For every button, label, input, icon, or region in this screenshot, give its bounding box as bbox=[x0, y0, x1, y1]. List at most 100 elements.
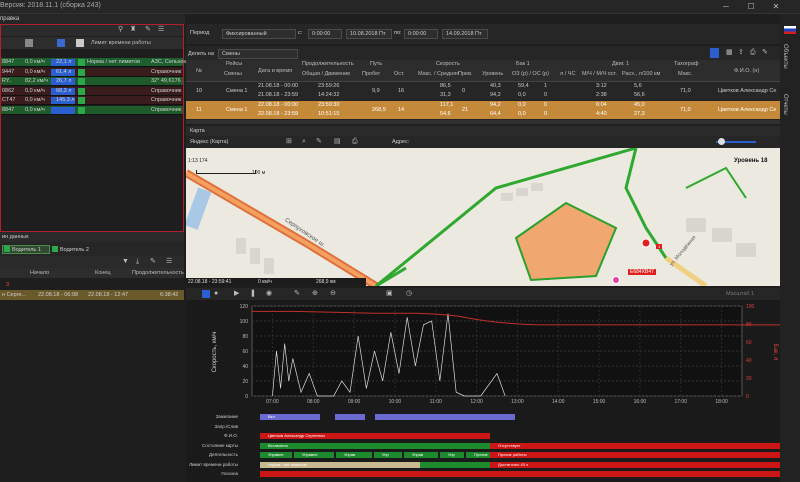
activity-seg[interactable]: Управле bbox=[260, 452, 292, 458]
wrench-icon-3[interactable]: ✎ bbox=[762, 49, 768, 57]
object-row[interactable]: 8847 0,0 км/ч Справочник bbox=[1, 105, 183, 115]
table-row[interactable]: 10 Смена 1 21.08.18 - 00:00 23:59:26 9,9 16 86… bbox=[186, 82, 780, 100]
ignition-seg[interactable] bbox=[335, 414, 365, 420]
activity-seg[interactable]: Упр bbox=[440, 452, 464, 458]
driver-row[interactable]: н Серге... 22.08.18 - 06:08 22.08.18 - 1… bbox=[0, 290, 184, 300]
driver2-icon bbox=[52, 246, 58, 252]
pin-icon[interactable] bbox=[710, 48, 719, 58]
circle-icon[interactable]: ● bbox=[214, 290, 218, 298]
chart-scale-label[interactable]: Масштаб 1 bbox=[726, 291, 754, 297]
down-arrow-icon[interactable]: ⤓ bbox=[136, 258, 139, 266]
ignition-seg[interactable]: Вкл bbox=[260, 414, 320, 420]
play-icon[interactable]: ▶ bbox=[234, 290, 239, 298]
minimize-button[interactable]: ─ bbox=[720, 1, 732, 12]
cursor-icon[interactable] bbox=[202, 290, 210, 298]
zone-seg[interactable] bbox=[260, 471, 780, 477]
y-tick-label: 0 bbox=[245, 394, 248, 400]
from-date-input[interactable]: 10.08.2018 Пт bbox=[346, 29, 392, 39]
period-mode-select[interactable]: Фиксированный bbox=[222, 29, 296, 39]
ignition-seg[interactable] bbox=[375, 414, 515, 420]
layers-icon[interactable]: ▤ bbox=[334, 138, 341, 146]
zoom-icon[interactable]: ⌕ bbox=[302, 138, 306, 146]
map-provider-select[interactable]: Яндекс (Карта) bbox=[190, 139, 228, 145]
table-scrollbar[interactable] bbox=[186, 120, 780, 124]
zoom-knob[interactable] bbox=[718, 138, 725, 145]
split-select[interactable]: Смены bbox=[218, 49, 298, 59]
ruler-icon[interactable]: ⊞ bbox=[286, 138, 292, 146]
col-duration: Продолжительность bbox=[132, 270, 184, 276]
object-row[interactable]: 8847 0,0 км/ч 22,1 л Норма / нет лимитов… bbox=[1, 58, 186, 67]
activity-seg[interactable]: Прочие bbox=[466, 452, 490, 458]
cell-oc: 0,0 bbox=[518, 111, 526, 117]
timeline-label: Деятельность bbox=[209, 452, 238, 457]
limit-seg[interactable]: Норма / нет лимитов bbox=[260, 461, 420, 468]
object-row[interactable]: 0862 0,0 км/ч 68,3 л Справочник bbox=[1, 86, 183, 96]
activity-seg[interactable]: Упр bbox=[374, 452, 402, 458]
y-tick-label: 100 bbox=[240, 319, 249, 325]
limit-seg[interactable] bbox=[420, 461, 490, 468]
map-canvas[interactable]: 1:13 174 100 м Уровень 18 Серпуховское ш… bbox=[186, 148, 780, 286]
driver-toolbar: ▼ ⤓ ✎ ☰ bbox=[0, 256, 184, 268]
zoom-out-icon[interactable]: ⊖ bbox=[330, 290, 336, 298]
zoom-in-icon[interactable]: ⊕ bbox=[312, 290, 318, 298]
object-location: Справочник bbox=[151, 106, 182, 113]
card-seg[interactable]: Отсутствует bbox=[490, 442, 780, 449]
wrench-icon-5[interactable]: ✎ bbox=[294, 290, 300, 298]
activity-seg[interactable]: Управ bbox=[336, 452, 372, 458]
close-button[interactable]: ✕ bbox=[770, 1, 782, 12]
status-icon bbox=[78, 106, 85, 114]
wrench-icon-2[interactable]: ✎ bbox=[150, 258, 156, 266]
tab-driver2[interactable]: Водитель 2 bbox=[60, 247, 89, 253]
object-value: 22,1 л bbox=[56, 59, 72, 65]
status-icon bbox=[78, 78, 85, 85]
sidebar-reports[interactable]: Отчеты bbox=[782, 94, 788, 115]
period-label: Период bbox=[190, 30, 210, 36]
x-tick-label: 15:00 bbox=[593, 399, 606, 405]
to-time-input[interactable]: 0:00:00 bbox=[404, 29, 438, 39]
speed-chart: 0 20 40 60 80 100 120 0 20 40 60 80 100 07:00 08:00 09:… bbox=[186, 300, 800, 412]
clock-icon[interactable]: ◷ bbox=[406, 290, 412, 298]
activity-seg[interactable]: Прочие работы bbox=[490, 452, 780, 458]
to-date-input[interactable]: 14.09.2018 Пт bbox=[442, 29, 488, 39]
driver-seg[interactable]: Цветков Александр Сергеевич bbox=[260, 433, 490, 439]
maximize-button[interactable]: ☐ bbox=[745, 1, 757, 12]
h-fio: Ф.И.О. (н) bbox=[734, 68, 760, 74]
print-icon[interactable]: ⎙ bbox=[750, 49, 756, 57]
table-row[interactable]: 11 Смена 1 22.08.18 - 00:00 23:59:30 268,9 14… bbox=[186, 101, 780, 119]
map-level: Уровень 18 bbox=[734, 158, 768, 164]
table-icon[interactable]: ▦ bbox=[726, 49, 733, 57]
flag-icon[interactable] bbox=[784, 26, 796, 34]
wrench-icon-4[interactable]: ✎ bbox=[316, 138, 322, 146]
h-oz: ОЗ (р) / ОС (р) bbox=[512, 71, 549, 77]
activity-seg[interactable]: Управле bbox=[294, 452, 334, 458]
object-value: 61,4 л bbox=[56, 68, 72, 75]
menu-icon-2[interactable]: ☰ bbox=[166, 258, 172, 266]
object-row[interactable]: 9447 0,0 км/ч 61,4 л Справочник bbox=[1, 67, 183, 77]
y-right-tick-label: 20 bbox=[746, 376, 752, 382]
h-speed: Скорость bbox=[436, 61, 460, 67]
object-id: 9447 bbox=[2, 68, 15, 75]
from-time-input[interactable]: 0:00:00 bbox=[308, 29, 342, 39]
save-icon[interactable]: ▣ bbox=[386, 290, 393, 298]
activity-seg[interactable]: Управ bbox=[404, 452, 438, 458]
tab-map[interactable]: Карта bbox=[190, 128, 205, 134]
status-icon bbox=[78, 68, 85, 76]
limit-seg[interactable]: Достаточно 43 ч bbox=[490, 461, 780, 468]
x-tick-label: 12:00 bbox=[470, 399, 483, 405]
dropdown-icon[interactable]: ▼ bbox=[122, 258, 129, 266]
object-row[interactable]: CT47 0,0 км/ч 145,3 л Справочник bbox=[1, 96, 183, 105]
map-scale-bar bbox=[196, 170, 256, 174]
x-tick-label: 08:00 bbox=[307, 399, 320, 405]
export-icon[interactable]: ⇪ bbox=[738, 49, 744, 57]
print-icon-2[interactable]: ⎙ bbox=[352, 138, 358, 146]
cell-oz: 0,0 bbox=[518, 102, 526, 108]
pause-icon[interactable]: ❚ bbox=[250, 290, 256, 298]
object-row[interactable]: RY.. 82,2 км/ч 26,7 л 32° 49,6176 bbox=[1, 77, 183, 86]
menu-help[interactable]: правка bbox=[0, 16, 19, 22]
sidebar-objects[interactable]: Объекты bbox=[782, 44, 788, 69]
x-tick-label: 13:00 bbox=[511, 399, 524, 405]
vehicle-tag[interactable]: Е684ХВ47 bbox=[628, 269, 656, 275]
card-seg[interactable]: Вставлена bbox=[260, 442, 490, 449]
record-icon[interactable]: ◉ bbox=[266, 290, 272, 298]
timeline-label: Лимит времени работы bbox=[189, 461, 238, 467]
